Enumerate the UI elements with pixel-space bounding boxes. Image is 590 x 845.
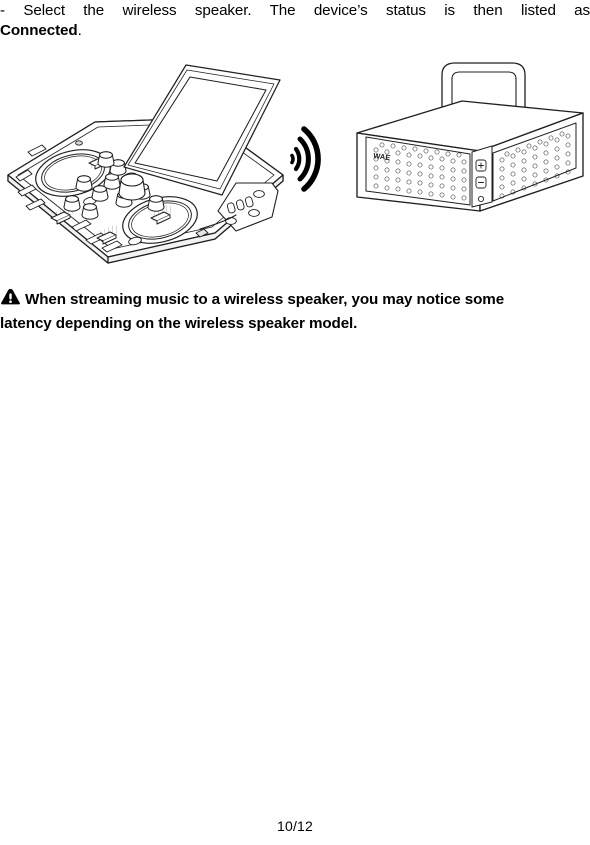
page-footer: 10/12 xyxy=(0,818,590,834)
speaker-status-indicator xyxy=(477,195,485,203)
step-instruction-line-2: Connected. xyxy=(0,21,590,41)
speaker-volume-down-button xyxy=(475,176,487,189)
wireless-speaker: WAE xyxy=(356,62,584,212)
page-number: 10/12 xyxy=(276,818,314,834)
warning-note-line-2: latency depending on the wireless speake… xyxy=(0,315,358,332)
step-instruction-period: . xyxy=(77,21,82,39)
warning-note: When streaming music to a wireless speak… xyxy=(0,288,590,334)
step-instruction-line-1: - Select the wireless speaker. The devic… xyxy=(0,2,590,19)
manual-page: - Select the wireless speaker. The devic… xyxy=(0,0,590,845)
speaker-volume-up-button xyxy=(475,159,487,172)
status-value-connected: Connected xyxy=(0,21,78,39)
warning-triangle-icon xyxy=(0,288,21,313)
controller-master-knob xyxy=(118,173,146,201)
step-instruction: - Select the wireless speaker. The devic… xyxy=(0,1,590,40)
illustration-figure: WAE xyxy=(0,55,590,265)
warning-note-line-1: When streaming music to a wireless speak… xyxy=(25,291,505,308)
wireless-signal-icon xyxy=(290,126,321,192)
